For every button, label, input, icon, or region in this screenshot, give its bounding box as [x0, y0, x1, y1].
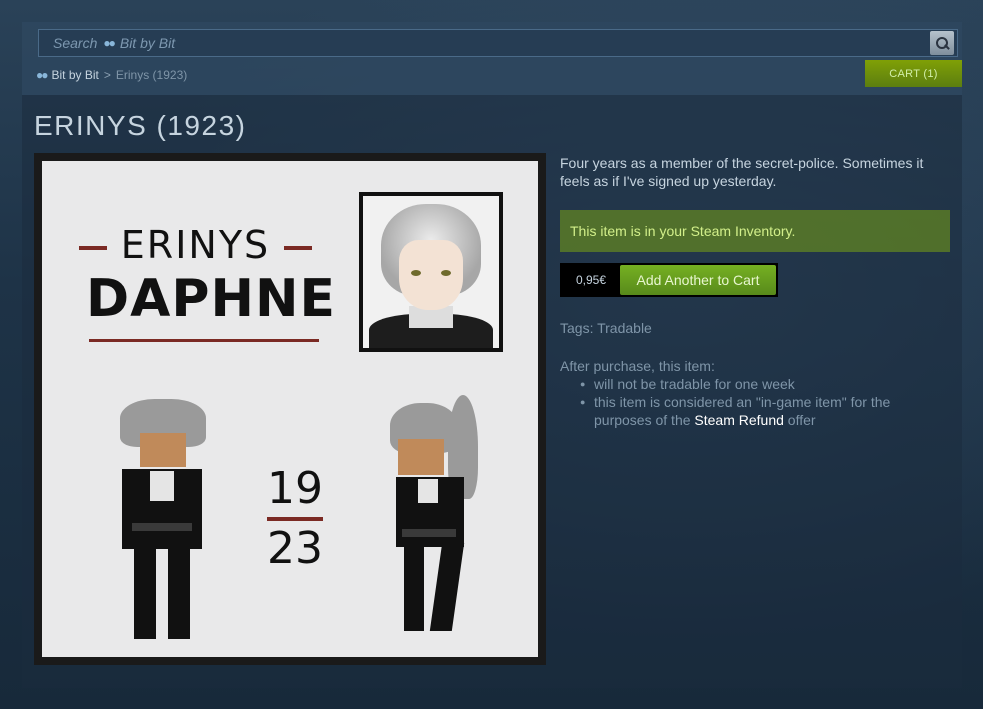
portrait-canvas: [363, 196, 499, 348]
male-sprite: [112, 399, 212, 639]
search-placeholder-text: Search: [53, 35, 98, 51]
image-year-divider: [267, 517, 323, 521]
item-description: Four years as a member of the secret-pol…: [560, 155, 924, 189]
male-sprite-face: [140, 433, 186, 467]
purchase-heading: After purchase, this item:: [560, 358, 715, 374]
steam-refund-link[interactable]: Steam Refund: [694, 412, 784, 428]
male-sprite-shirt: [150, 471, 174, 501]
female-sprite-leg-right: [429, 543, 465, 631]
breadcrumb-separator: >: [103, 68, 111, 82]
tag-tradable: Tradable: [597, 320, 652, 336]
owned-notice: This item is in your Steam Inventory.: [560, 210, 950, 252]
female-sprite-leg-left: [404, 543, 424, 631]
cart-button[interactable]: CART (1): [865, 60, 962, 87]
image-name-underline: [89, 339, 319, 342]
character-portrait: [359, 192, 503, 352]
purchase-list: will not be tradable for one week this i…: [560, 375, 950, 429]
female-sprite: [382, 395, 492, 635]
item-image: ERINYS DAPHNE 19 23: [34, 153, 546, 665]
owned-notice-text: This item is in your Steam Inventory.: [570, 223, 796, 239]
search-button[interactable]: [930, 31, 954, 55]
image-dash-left: [78, 245, 107, 250]
breadcrumb-game-link[interactable]: Bit by Bit: [52, 68, 99, 82]
image-top-word-text: ERINYS: [120, 223, 271, 267]
search-icon: [935, 36, 949, 50]
purchase-point: this item is considered an "in-game item…: [580, 393, 950, 429]
tags-label: Tags:: [560, 320, 594, 336]
add-to-cart-button[interactable]: Add Another to Cart: [620, 265, 776, 295]
page-title: ERINYS (1923): [34, 110, 247, 141]
image-year-bottom: 23: [267, 523, 323, 574]
male-sprite-leg-right: [168, 547, 190, 639]
image-name-word: DAPHNE: [86, 269, 337, 329]
image-year: 19 23: [260, 463, 330, 575]
game-icon: ●●: [36, 68, 48, 82]
search-placeholder: Search ●● Bit by Bit: [53, 35, 175, 51]
item-tags: Tags: Tradable: [560, 320, 652, 336]
female-sprite-belt: [402, 529, 456, 537]
search-game-name: Bit by Bit: [119, 35, 176, 51]
breadcrumb: ●● Bit by Bit > Erinys (1923): [36, 68, 187, 82]
portrait-face: [399, 240, 463, 310]
goggles-icon: ●●: [103, 36, 115, 50]
portrait-eye-left: [411, 270, 421, 276]
portrait-eye-right: [441, 270, 451, 276]
purchase-box: 0,95€ Add Another to Cart: [560, 263, 778, 297]
image-dash-right: [284, 245, 313, 250]
purchase-point: will not be tradable for one week: [580, 375, 950, 393]
purchase-point-text: will not be tradable for one week: [594, 376, 795, 392]
purchase-info: After purchase, this item: will not be t…: [560, 357, 950, 429]
image-year-top: 19: [267, 463, 323, 514]
breadcrumb-current: Erinys (1923): [115, 68, 188, 82]
female-sprite-face: [398, 439, 444, 475]
search-input[interactable]: Search ●● Bit by Bit: [38, 29, 958, 57]
male-sprite-leg-left: [134, 547, 156, 639]
item-price: 0,95€: [575, 273, 607, 287]
male-sprite-belt: [132, 523, 192, 531]
item-image-canvas: ERINYS DAPHNE 19 23: [42, 161, 538, 657]
female-sprite-shirt: [418, 479, 438, 503]
refund-suffix: offer: [787, 412, 816, 428]
image-top-word: ERINYS: [42, 223, 349, 267]
